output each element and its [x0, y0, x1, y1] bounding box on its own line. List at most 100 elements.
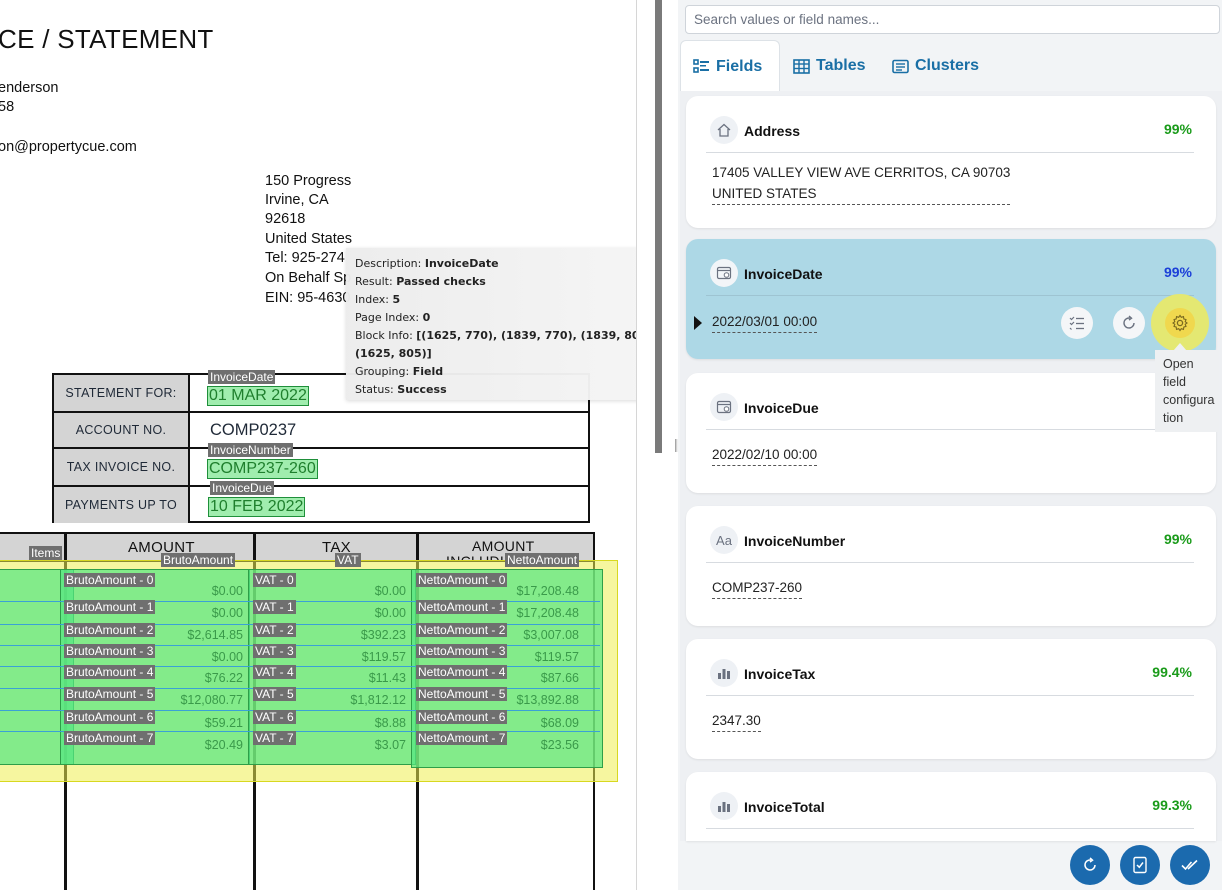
netto-amount-cell: $17,208.48 [516, 606, 579, 620]
tab-clusters[interactable]: Clusters [880, 40, 991, 92]
invoice-due-tag: InvoiceDue [210, 481, 275, 495]
field-list-button[interactable] [1061, 307, 1093, 339]
account-no-label: ACCOUNT NO. [54, 413, 190, 447]
address-line: 92618 [265, 211, 306, 227]
tooltip-result: Passed checks [396, 275, 486, 288]
invoice-number-tag: InvoiceNumber [208, 443, 293, 457]
validate-document-button[interactable] [1120, 845, 1160, 885]
field-confidence: 99% [1163, 531, 1192, 547]
netto-amount-cell: $3,007.08 [523, 628, 579, 642]
bruto-amount-cell: $12,080.77 [180, 693, 243, 707]
field-name: InvoiceDate [744, 266, 823, 282]
bruto-amount-cell: $0.00 [211, 650, 243, 664]
bruto-amount-cell: $59.21 [204, 716, 243, 730]
field-value[interactable]: 2347.30 [712, 710, 761, 732]
refresh-icon [1084, 857, 1096, 871]
document-title: CE / STATEMENT [0, 24, 214, 54]
field-reset-button[interactable] [1113, 307, 1145, 339]
invoice-date-tag: InvoiceDate [208, 370, 276, 384]
field-card-invoice-date[interactable]: InvoiceDate 99% 2022/03/01 00:00 [686, 239, 1216, 359]
statement-for-label: STATEMENT FOR: [54, 375, 190, 411]
field-name: InvoiceTotal [744, 799, 825, 815]
divider [706, 429, 1194, 430]
selected-arrow-icon [694, 316, 702, 330]
vat-column-tag: VAT [335, 553, 361, 567]
checklist-icon [1069, 316, 1084, 330]
vat-amount-cell: $119.57 [361, 650, 406, 664]
tooltip-grouping: Field [412, 365, 444, 378]
field-name: InvoiceTax [744, 666, 816, 682]
field-confidence: 99% [1163, 264, 1192, 280]
field-value-line: UNITED STATES [712, 186, 817, 201]
field-value[interactable]: 17405 VALLEY VIEW AVE CERRITOS, CA 90703… [712, 162, 1011, 205]
bruto-amount-cell: $2,614.85 [187, 628, 243, 642]
items-column-tag: Items [29, 546, 63, 560]
tooltip-page-index: 0 [422, 311, 431, 324]
list-icon [693, 59, 709, 73]
refresh-button[interactable] [1070, 845, 1110, 885]
tooltip-status: Success [397, 383, 447, 396]
document-viewer[interactable]: CE / STATEMENT enderson 58 on@propertycu… [0, 0, 637, 890]
tooltip-text: field [1163, 375, 1186, 389]
tab-fields-label: Fields [716, 57, 763, 75]
address-line: 150 Progress [265, 173, 352, 189]
tooltip-status-label: Status: [355, 383, 394, 396]
vat-amount-cell: $1,812.12 [350, 693, 406, 707]
tooltip-description: InvoiceDate [424, 257, 499, 270]
tab-tables-label: Tables [816, 57, 866, 74]
document-name-fragment: enderson [0, 80, 59, 96]
tab-fields[interactable]: Fields [680, 40, 780, 92]
field-name: InvoiceDue [744, 400, 819, 416]
field-card-invoice-number[interactable]: Aa InvoiceNumber 99% COMP237-260 [686, 506, 1216, 626]
tooltip-block-info-label: Block Info: [355, 329, 413, 342]
field-name: InvoiceNumber [744, 533, 846, 549]
vat-amount-cell: $0.00 [374, 606, 406, 620]
refresh-icon [1123, 315, 1135, 329]
address-line: Irvine, CA [265, 192, 329, 208]
field-confidence: 99.4% [1152, 664, 1192, 680]
divider [706, 152, 1194, 153]
bar-chart-icon [710, 659, 738, 687]
divider [706, 828, 1194, 829]
invoice-number-detection[interactable]: COMP237-260 [207, 459, 318, 479]
vat-amount-cell: $3.07 [374, 738, 406, 752]
divider [706, 295, 1194, 296]
payments-up-to-label: PAYMENTS UP TO [54, 487, 190, 523]
tab-tables[interactable]: Tables [781, 40, 878, 92]
field-card-invoice-tax[interactable]: InvoiceTax 99.4% 2347.30 [686, 639, 1216, 759]
bruto-amount-cell: $76.22 [204, 671, 243, 685]
bruto-amount-cell: $0.00 [211, 606, 243, 620]
approve-button[interactable] [1170, 845, 1210, 885]
field-value[interactable]: COMP237-260 [712, 577, 803, 599]
field-value[interactable]: 2022/02/10 00:00 [712, 444, 818, 466]
netto-amount-cell: $13,892.88 [516, 693, 579, 707]
field-card-invoice-total[interactable]: InvoiceTotal 99.3% [686, 772, 1216, 841]
cluster-icon [892, 59, 909, 73]
tooltip-text: tion [1163, 411, 1184, 425]
address-line: EIN: 95-4630 [265, 290, 351, 306]
address-line: On Behalf Sp [265, 270, 352, 286]
viewer-scrollbar[interactable] [655, 0, 662, 453]
field-name: Address [744, 123, 801, 139]
search-input[interactable] [685, 5, 1220, 34]
netto-column-tag: NettoAmount [505, 553, 580, 567]
field-value[interactable]: 2022/03/01 00:00 [712, 311, 818, 333]
address-line: United States [265, 231, 353, 247]
field-card-invoice-due[interactable]: InvoiceDue 2022/02/10 00:00 [686, 373, 1216, 493]
table-icon [793, 58, 810, 74]
invoice-date-detection[interactable]: 01 MAR 2022 [207, 386, 309, 406]
bar-chart-icon [710, 792, 738, 820]
field-card-address[interactable]: Address 99% 17405 VALLEY VIEW AVE CERRIT… [686, 96, 1216, 228]
field-config-tooltip: Open field configura tion [1155, 350, 1219, 432]
netto-amount-cell: $87.66 [540, 671, 579, 685]
tooltip-grouping-label: Grouping: [355, 365, 410, 378]
vat-amount-cell: $0.00 [374, 584, 406, 598]
document-code-fragment: 58 [0, 99, 15, 115]
statement-row: TAX INVOICE NO. [54, 449, 589, 487]
tooltip-page-index-label: Page Index: [355, 311, 420, 324]
tooltip-text: Open [1163, 357, 1194, 371]
statement-row: ACCOUNT NO. COMP0237 [54, 413, 589, 449]
text-aa-icon: Aa [710, 526, 738, 554]
invoice-due-detection[interactable]: 10 FEB 2022 [208, 497, 306, 517]
vat-amount-cell: $8.88 [374, 716, 406, 730]
